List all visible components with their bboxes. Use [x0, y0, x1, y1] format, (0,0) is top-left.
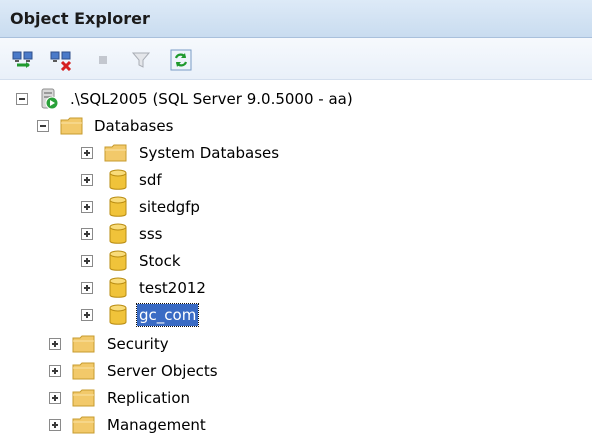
stop-icon [99, 56, 107, 64]
expand-management-toggle[interactable] [49, 419, 61, 431]
database-icon [109, 196, 127, 217]
tree-node-replication[interactable]: Replication [0, 385, 592, 411]
folder-icon [104, 144, 127, 162]
folder-icon [72, 335, 95, 353]
expand-server-objects-toggle[interactable] [49, 365, 61, 377]
tree-node-security[interactable]: Security [0, 331, 592, 357]
filter-button[interactable] [130, 49, 152, 71]
database-gc-com-label: gc_com [135, 303, 200, 327]
system-databases-label: System Databases [139, 144, 280, 162]
object-explorer-title-bar: Object Explorer [0, 0, 592, 38]
expand-system-databases-toggle[interactable] [81, 147, 93, 159]
database-icon [109, 250, 127, 271]
object-explorer-tree: .\SQL2005 (SQL Server 9.0.5000 - aa) Dat… [0, 80, 592, 438]
folder-icon [60, 117, 83, 135]
expand-sss-toggle[interactable] [81, 228, 93, 240]
security-label: Security [107, 335, 169, 353]
tree-node-database-sdf[interactable]: sdf [0, 167, 592, 193]
refresh-button[interactable] [170, 49, 192, 71]
refresh-icon [170, 49, 192, 71]
tree-node-database-sitedgfp[interactable]: sitedgfp [0, 194, 592, 220]
tree-node-database-stock[interactable]: Stock [0, 248, 592, 274]
database-stock-label: Stock [139, 252, 181, 270]
tree-node-server[interactable]: .\SQL2005 (SQL Server 9.0.5000 - aa) [0, 86, 592, 112]
database-icon [109, 169, 127, 190]
expand-sitedgfp-toggle[interactable] [81, 201, 93, 213]
tree-node-management[interactable]: Management [0, 412, 592, 438]
server-label: .\SQL2005 (SQL Server 9.0.5000 - aa) [70, 90, 353, 108]
server-icon [41, 88, 59, 110]
database-test2012-label: test2012 [139, 279, 206, 297]
databases-label: Databases [94, 117, 174, 135]
connect-icon [12, 51, 33, 68]
expand-sdf-toggle[interactable] [81, 174, 93, 186]
database-sitedgfp-label: sitedgfp [139, 198, 200, 216]
folder-icon [72, 416, 95, 434]
connect-button[interactable] [12, 49, 34, 71]
tree-node-database-gc-com[interactable]: gc_com [0, 302, 592, 328]
tree-node-database-sss[interactable]: sss [0, 221, 592, 247]
server-objects-label: Server Objects [107, 362, 218, 380]
expand-stock-toggle[interactable] [81, 255, 93, 267]
disconnect-button[interactable] [50, 49, 72, 72]
management-label: Management [107, 416, 206, 434]
panel-title: Object Explorer [10, 9, 150, 28]
database-icon [109, 223, 127, 244]
tree-node-database-test2012[interactable]: test2012 [0, 275, 592, 301]
expand-gc-com-toggle[interactable] [81, 309, 93, 321]
database-sss-label: sss [139, 225, 163, 243]
collapse-databases-toggle[interactable] [37, 120, 49, 132]
stop-button[interactable] [92, 49, 114, 71]
database-sdf-label: sdf [139, 171, 162, 189]
tree-node-system-databases[interactable]: System Databases [0, 140, 592, 166]
folder-icon [72, 389, 95, 407]
object-explorer-toolbar [0, 38, 592, 80]
database-icon [109, 304, 127, 325]
disconnect-icon [50, 51, 72, 72]
collapse-server-toggle[interactable] [16, 93, 28, 105]
replication-label: Replication [107, 389, 191, 407]
tree-node-server-objects[interactable]: Server Objects [0, 358, 592, 384]
folder-icon [72, 362, 95, 380]
filter-icon [131, 52, 151, 68]
expand-replication-toggle[interactable] [49, 392, 61, 404]
expand-security-toggle[interactable] [49, 338, 61, 350]
expand-test2012-toggle[interactable] [81, 282, 93, 294]
tree-node-databases[interactable]: Databases [0, 113, 592, 139]
database-icon [109, 277, 127, 298]
